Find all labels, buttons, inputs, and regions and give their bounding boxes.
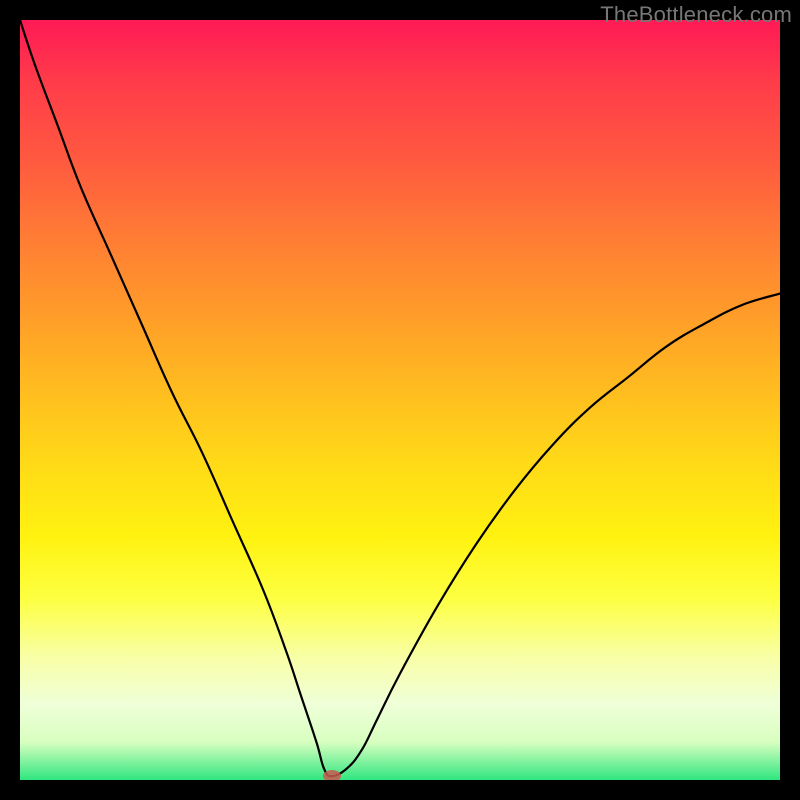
- bottleneck-curve: [20, 20, 780, 780]
- chart-container: TheBottleneck.com: [0, 0, 800, 800]
- plot-area: [20, 20, 780, 780]
- optimal-marker: [323, 770, 341, 780]
- watermark-text: TheBottleneck.com: [600, 2, 792, 28]
